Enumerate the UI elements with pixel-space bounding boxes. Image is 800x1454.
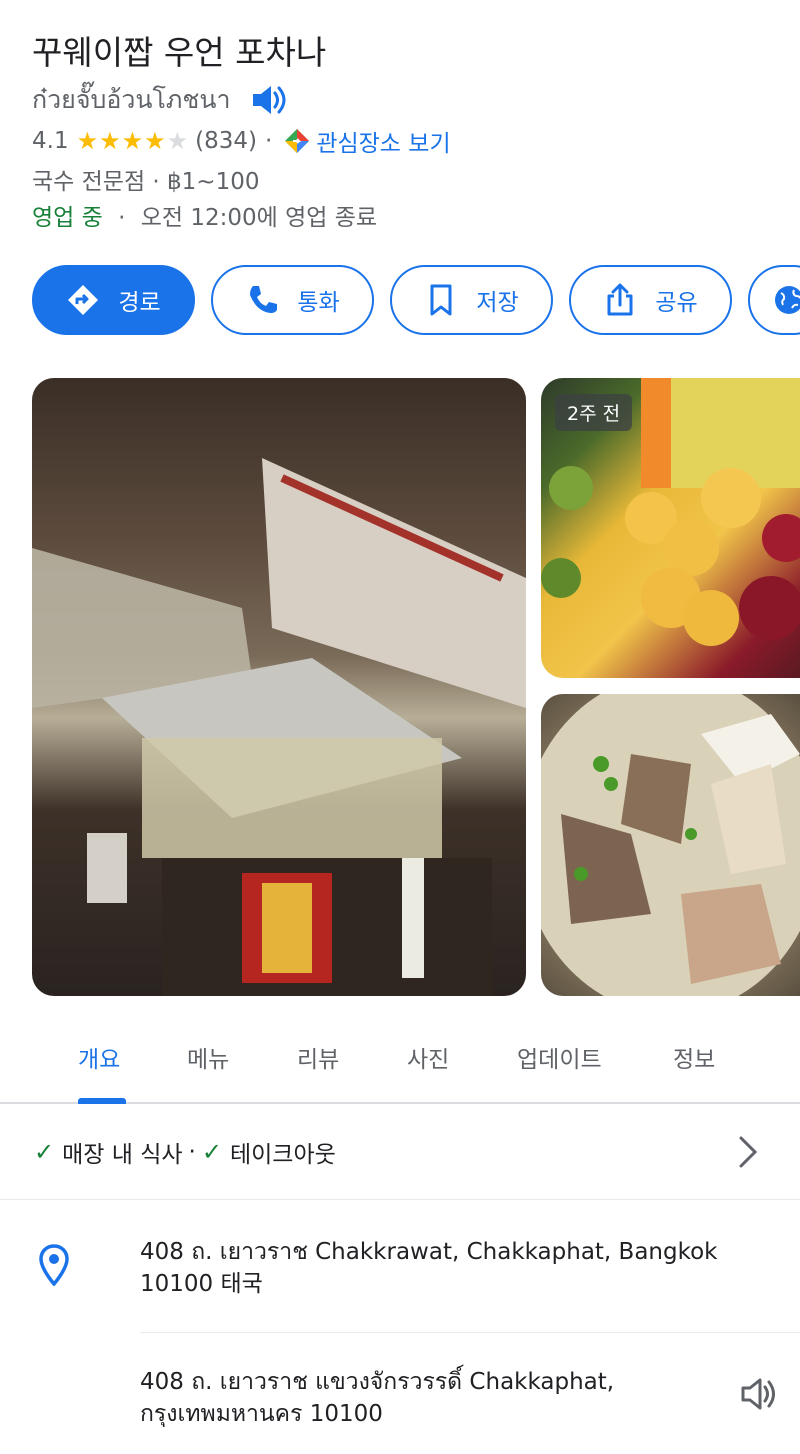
service-options-row[interactable]: ✓ 매장 내 식사 · ✓ 테이크아웃 [0, 1104, 800, 1200]
open-status: 영업 중 [32, 205, 103, 231]
share-icon [607, 283, 633, 316]
juice-stand-photo[interactable]: 2주 전 [541, 378, 800, 678]
separator-dot: · [188, 1138, 196, 1165]
directions-label: 경로 [118, 290, 161, 316]
place-title: 꾸웨이짭 우언 포차나 [32, 33, 327, 72]
hours-row[interactable]: 영업 중 · 오전 12:00에 영업 종료 [32, 198, 377, 232]
category-price: 국수 전문점 · ฿1~100 [32, 169, 260, 195]
tab-menu[interactable]: 메뉴 [187, 1040, 229, 1074]
noodle-soup-photo-drawing [541, 694, 800, 996]
review-count[interactable]: (834) [195, 128, 257, 154]
address-thai[interactable]: 408 ถ. เยาวราช แขวงจักรวรรดิ์ Chakkaphat… [140, 1366, 700, 1430]
tab-photos[interactable]: 사진 [407, 1040, 449, 1074]
phone-icon [250, 286, 278, 313]
rating-value: 4.1 [32, 128, 69, 154]
globe-icon [775, 286, 800, 314]
rating-row: 4.1 ★★★★★ (834) · 관심장소 보기 [32, 124, 451, 158]
photo-age-badge: 2주 전 [555, 394, 633, 431]
check-icon: ✓ [34, 1137, 55, 1166]
share-button[interactable]: 공유 [569, 265, 732, 335]
bookmark-icon [430, 284, 452, 316]
action-buttons: 경로 통화 저장 공유 [32, 265, 800, 335]
save-label: 저장 [476, 290, 519, 316]
save-button[interactable]: 저장 [390, 265, 553, 335]
website-button[interactable] [748, 265, 800, 335]
tab-reviews[interactable]: 리뷰 [297, 1040, 339, 1074]
poi-link[interactable]: 관심장소 보기 [316, 124, 450, 158]
chevron-right-icon [739, 1136, 758, 1168]
tab-updates[interactable]: 업데이트 [517, 1040, 602, 1074]
share-label: 공유 [655, 290, 698, 316]
address-english[interactable]: 408 ถ. เยาวราช Chakkrawat, Chakkaphat, B… [140, 1236, 780, 1300]
noodle-soup-photo[interactable] [541, 694, 800, 996]
place-native-name: ก๋วยจั๊บอ้วนโภชนา [32, 85, 231, 114]
directions-button[interactable]: 경로 [32, 265, 195, 335]
star-rating: ★★★★★ [76, 127, 190, 155]
location-pin-icon [39, 1244, 69, 1286]
directions-icon [68, 285, 99, 315]
takeout-label: 테이크아웃 [229, 1141, 336, 1168]
closing-time: 오전 12:00에 영업 종료 [140, 205, 378, 231]
separator-dot: · [265, 128, 273, 154]
check-icon: ✓ [201, 1137, 222, 1166]
storefront-photo[interactable] [32, 378, 526, 996]
dine-in-label: 매장 내 식사 [62, 1141, 183, 1168]
tab-about[interactable]: 정보 [673, 1040, 715, 1074]
tab-overview[interactable]: 개요 [78, 1040, 120, 1074]
place-native-name-row: ก๋วยจั๊บอ้วนโภชนา [32, 80, 289, 120]
tab-bar: 개요 메뉴 리뷰 사진 업데이트 정보 [0, 1030, 800, 1104]
call-button[interactable]: 통화 [211, 265, 374, 335]
call-label: 통화 [297, 290, 340, 316]
speaker-icon[interactable] [249, 82, 289, 118]
poi-diamond-icon [285, 129, 310, 153]
divider [140, 1332, 800, 1333]
speaker-icon[interactable] [738, 1374, 778, 1414]
storefront-photo-drawing [32, 458, 526, 996]
separator-dot: · [118, 205, 126, 231]
